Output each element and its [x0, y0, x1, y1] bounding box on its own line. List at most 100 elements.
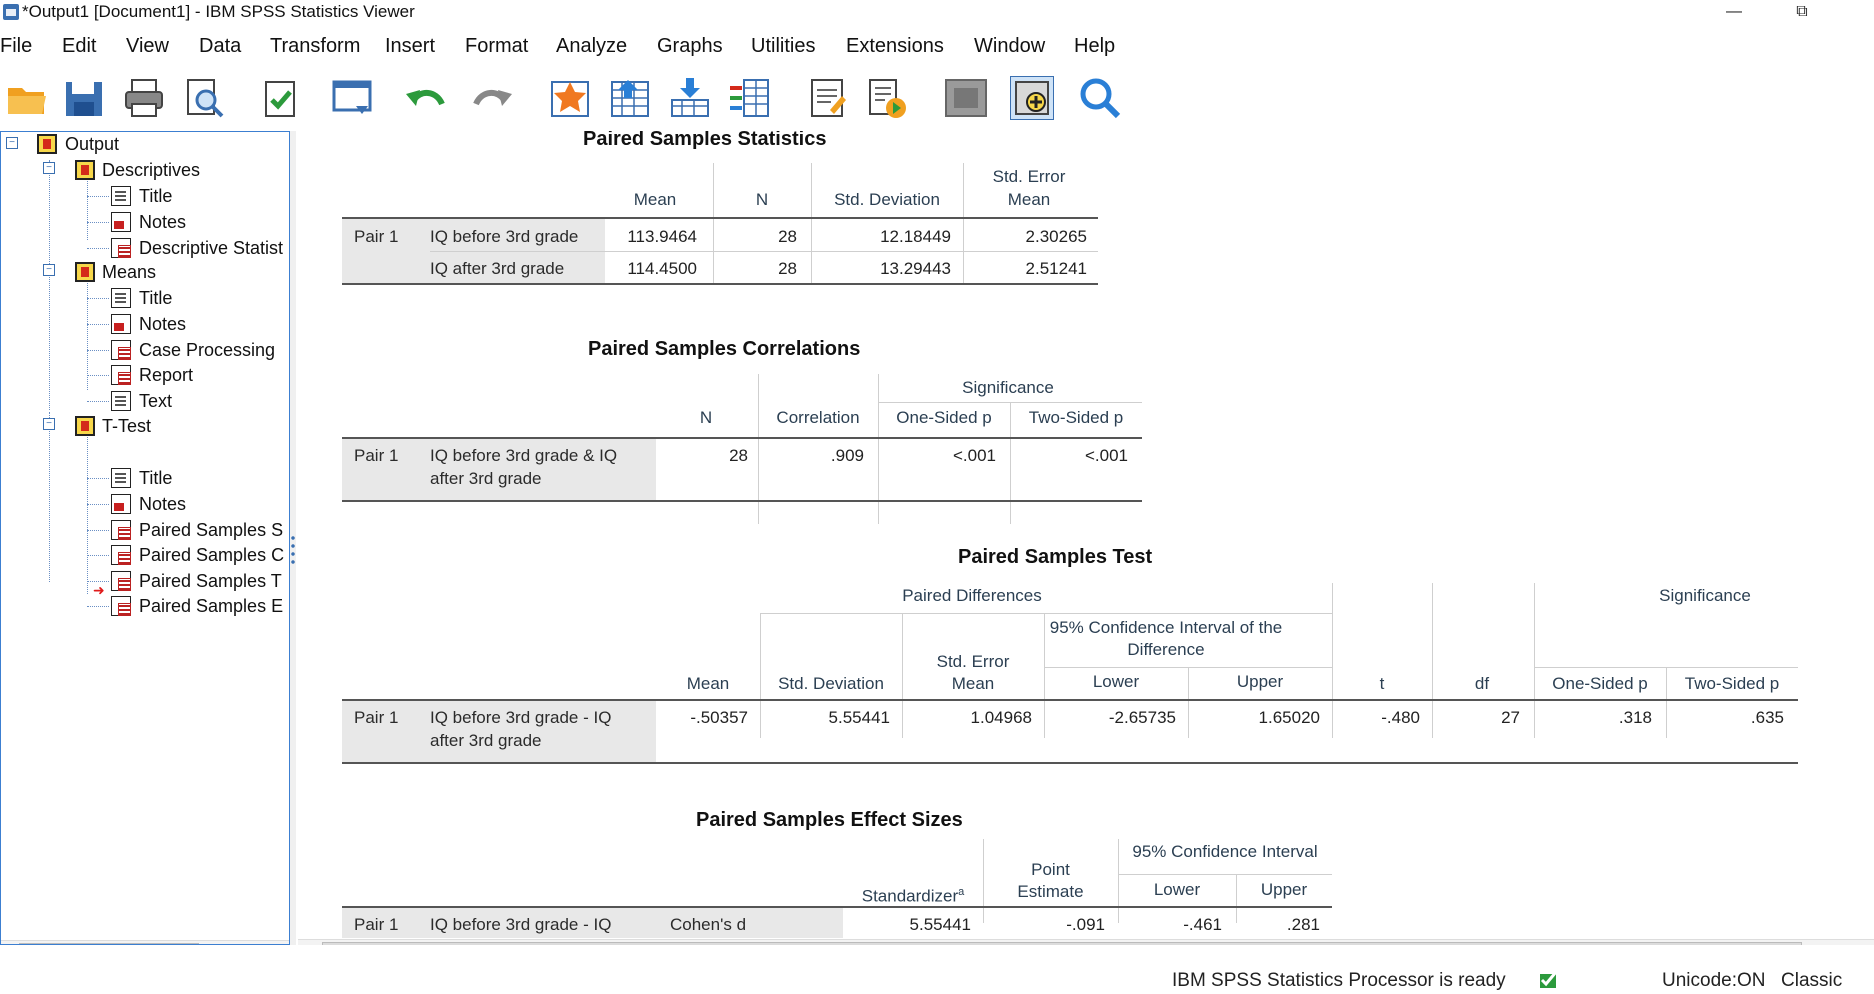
- outline-ttest-paired-stats[interactable]: Paired Samples S: [139, 519, 283, 541]
- menu-view[interactable]: View: [126, 35, 169, 58]
- designate-window-icon[interactable]: [806, 76, 850, 120]
- scroll-left-icon[interactable]: ‹: [302, 940, 320, 945]
- outline-ttest[interactable]: T-Test: [102, 415, 151, 437]
- col-header-upper: Upper: [1260, 880, 1308, 899]
- ttest-book-icon: [75, 416, 95, 436]
- outline-desc-stats[interactable]: Descriptive Statist: [139, 237, 283, 259]
- recall-dialog-icon[interactable]: [330, 76, 374, 120]
- menu-file[interactable]: File: [0, 35, 32, 58]
- outline-root-output[interactable]: Output: [65, 133, 119, 155]
- menu-insert[interactable]: Insert: [385, 35, 435, 58]
- show-pane-icon[interactable]: [944, 76, 988, 120]
- menu-graphs[interactable]: Graphs: [657, 35, 723, 58]
- row-pair-label: Pair 1: [354, 227, 399, 246]
- col-header-point: Point: [1031, 860, 1070, 879]
- outline-descriptives[interactable]: Descriptives: [102, 159, 200, 181]
- menu-format[interactable]: Format: [465, 35, 528, 58]
- variables-icon[interactable]: [668, 76, 712, 120]
- print-icon[interactable]: [122, 76, 166, 120]
- descriptives-book-icon: [75, 160, 95, 180]
- scroll-left-icon[interactable]: ‹: [1, 941, 19, 944]
- outline-means-case-processing[interactable]: Case Processing: [139, 339, 275, 361]
- outline-means-title[interactable]: Title: [139, 287, 172, 309]
- cell-t: -.480: [1381, 708, 1420, 727]
- menu-help[interactable]: Help: [1074, 35, 1115, 58]
- processor-ready-icon: [1540, 971, 1558, 988]
- minimize-button[interactable]: —: [1714, 0, 1754, 26]
- means-book-icon: [75, 262, 95, 282]
- collapse-output-toggle[interactable]: −: [6, 137, 18, 149]
- col-header-two-sided-p: Two-Sided p: [1028, 408, 1124, 427]
- menu-analyze[interactable]: Analyze: [556, 35, 627, 58]
- col-header-one-sided-p: One-Sided p: [1552, 674, 1648, 693]
- window-title: *Output1 [Document1] - IBM SPSS Statisti…: [22, 2, 415, 21]
- menu-extensions[interactable]: Extensions: [846, 35, 944, 58]
- search-icon[interactable]: [1078, 76, 1122, 120]
- col-header-std-deviation: Std. Deviation: [834, 190, 940, 209]
- table-icon: [111, 545, 131, 565]
- add-item-icon[interactable]: [1010, 76, 1054, 120]
- cell-one-sided-p: <.001: [952, 446, 996, 465]
- row-pair-label: Pair 1: [354, 915, 399, 934]
- col-header-standardizer: Standardizera: [843, 881, 983, 908]
- collapse-means-toggle[interactable]: −: [43, 264, 55, 276]
- scroll-right-icon[interactable]: ›: [1854, 940, 1872, 945]
- collapse-ttest-toggle[interactable]: −: [43, 418, 55, 430]
- col-header-lower: Lower: [1153, 880, 1201, 899]
- splitter-grip-icon[interactable]: [291, 534, 295, 564]
- run-script-icon[interactable]: [866, 76, 910, 120]
- menu-data[interactable]: Data: [199, 35, 241, 58]
- col-header-std-error-mean: Mean: [951, 674, 995, 693]
- col-header-significance: Significance: [962, 378, 1054, 397]
- outline-ttest-notes[interactable]: Notes: [139, 493, 186, 515]
- spss-app-icon: [3, 4, 19, 20]
- col-header-n: N: [699, 408, 713, 427]
- title-page-icon: [111, 186, 131, 206]
- standardizer-label: Standardizer: [861, 886, 959, 906]
- outline-means-notes[interactable]: Notes: [139, 313, 186, 335]
- menu-window[interactable]: Window: [974, 35, 1045, 58]
- cell-upper: 1.65020: [1258, 708, 1320, 727]
- table-icon: [111, 340, 131, 360]
- row-variable-label: IQ after 3rd grade: [430, 259, 565, 278]
- col-header-ci-difference: Difference: [1127, 640, 1205, 659]
- menu-utilities[interactable]: Utilities: [751, 35, 815, 58]
- outline-scroll-thumb[interactable]: [19, 943, 199, 944]
- redo-icon[interactable]: [470, 76, 514, 120]
- outline-means[interactable]: Means: [102, 261, 156, 283]
- table-icon: [111, 238, 131, 258]
- save-icon[interactable]: [62, 76, 106, 120]
- title-page-icon: [111, 288, 131, 308]
- restore-button[interactable]: ⧉: [1782, 0, 1822, 26]
- col-header-std-error: Std. Error: [992, 167, 1066, 186]
- insert-output-icon[interactable]: [728, 76, 772, 120]
- goto-case-icon[interactable]: [548, 76, 592, 120]
- cell-std-deviation: 13.29443: [880, 259, 951, 278]
- outline-ttest-title[interactable]: Title: [139, 467, 172, 489]
- export-icon[interactable]: [258, 76, 302, 120]
- unicode-status: Unicode:ON: [1662, 970, 1766, 991]
- outline-horizontal-scrollbar[interactable]: ‹ ›: [1, 940, 289, 944]
- undo-icon[interactable]: [404, 76, 448, 120]
- outline-means-report[interactable]: Report: [139, 364, 193, 386]
- goto-variable-icon[interactable]: [608, 76, 652, 120]
- outline-desc-notes[interactable]: Notes: [139, 211, 186, 233]
- outline-desc-title[interactable]: Title: [139, 185, 172, 207]
- outline-ttest-paired-corr[interactable]: Paired Samples C: [139, 544, 284, 566]
- table-icon: [111, 596, 131, 616]
- outline-means-text[interactable]: Text: [139, 390, 172, 412]
- outline-ttest-paired-test[interactable]: Paired Samples T: [139, 570, 282, 592]
- viewer-scroll-thumb[interactable]: [322, 942, 1802, 945]
- open-icon[interactable]: [4, 76, 48, 120]
- menu-edit[interactable]: Edit: [62, 35, 96, 58]
- table-icon: [111, 365, 131, 385]
- row-variable-label-cont: after 3rd grade: [430, 469, 542, 488]
- print-preview-icon[interactable]: [182, 76, 226, 120]
- col-header-std-error-mean: Mean: [1007, 190, 1051, 209]
- menu-transform[interactable]: Transform: [270, 35, 360, 58]
- scroll-right-icon[interactable]: ›: [267, 941, 285, 944]
- outline-ttest-paired-effect[interactable]: Paired Samples E: [139, 595, 283, 617]
- viewer-horizontal-scrollbar[interactable]: ‹ ›: [298, 939, 1874, 945]
- collapse-descriptives-toggle[interactable]: −: [43, 162, 55, 174]
- cell-point-estimate: -.091: [1066, 915, 1105, 934]
